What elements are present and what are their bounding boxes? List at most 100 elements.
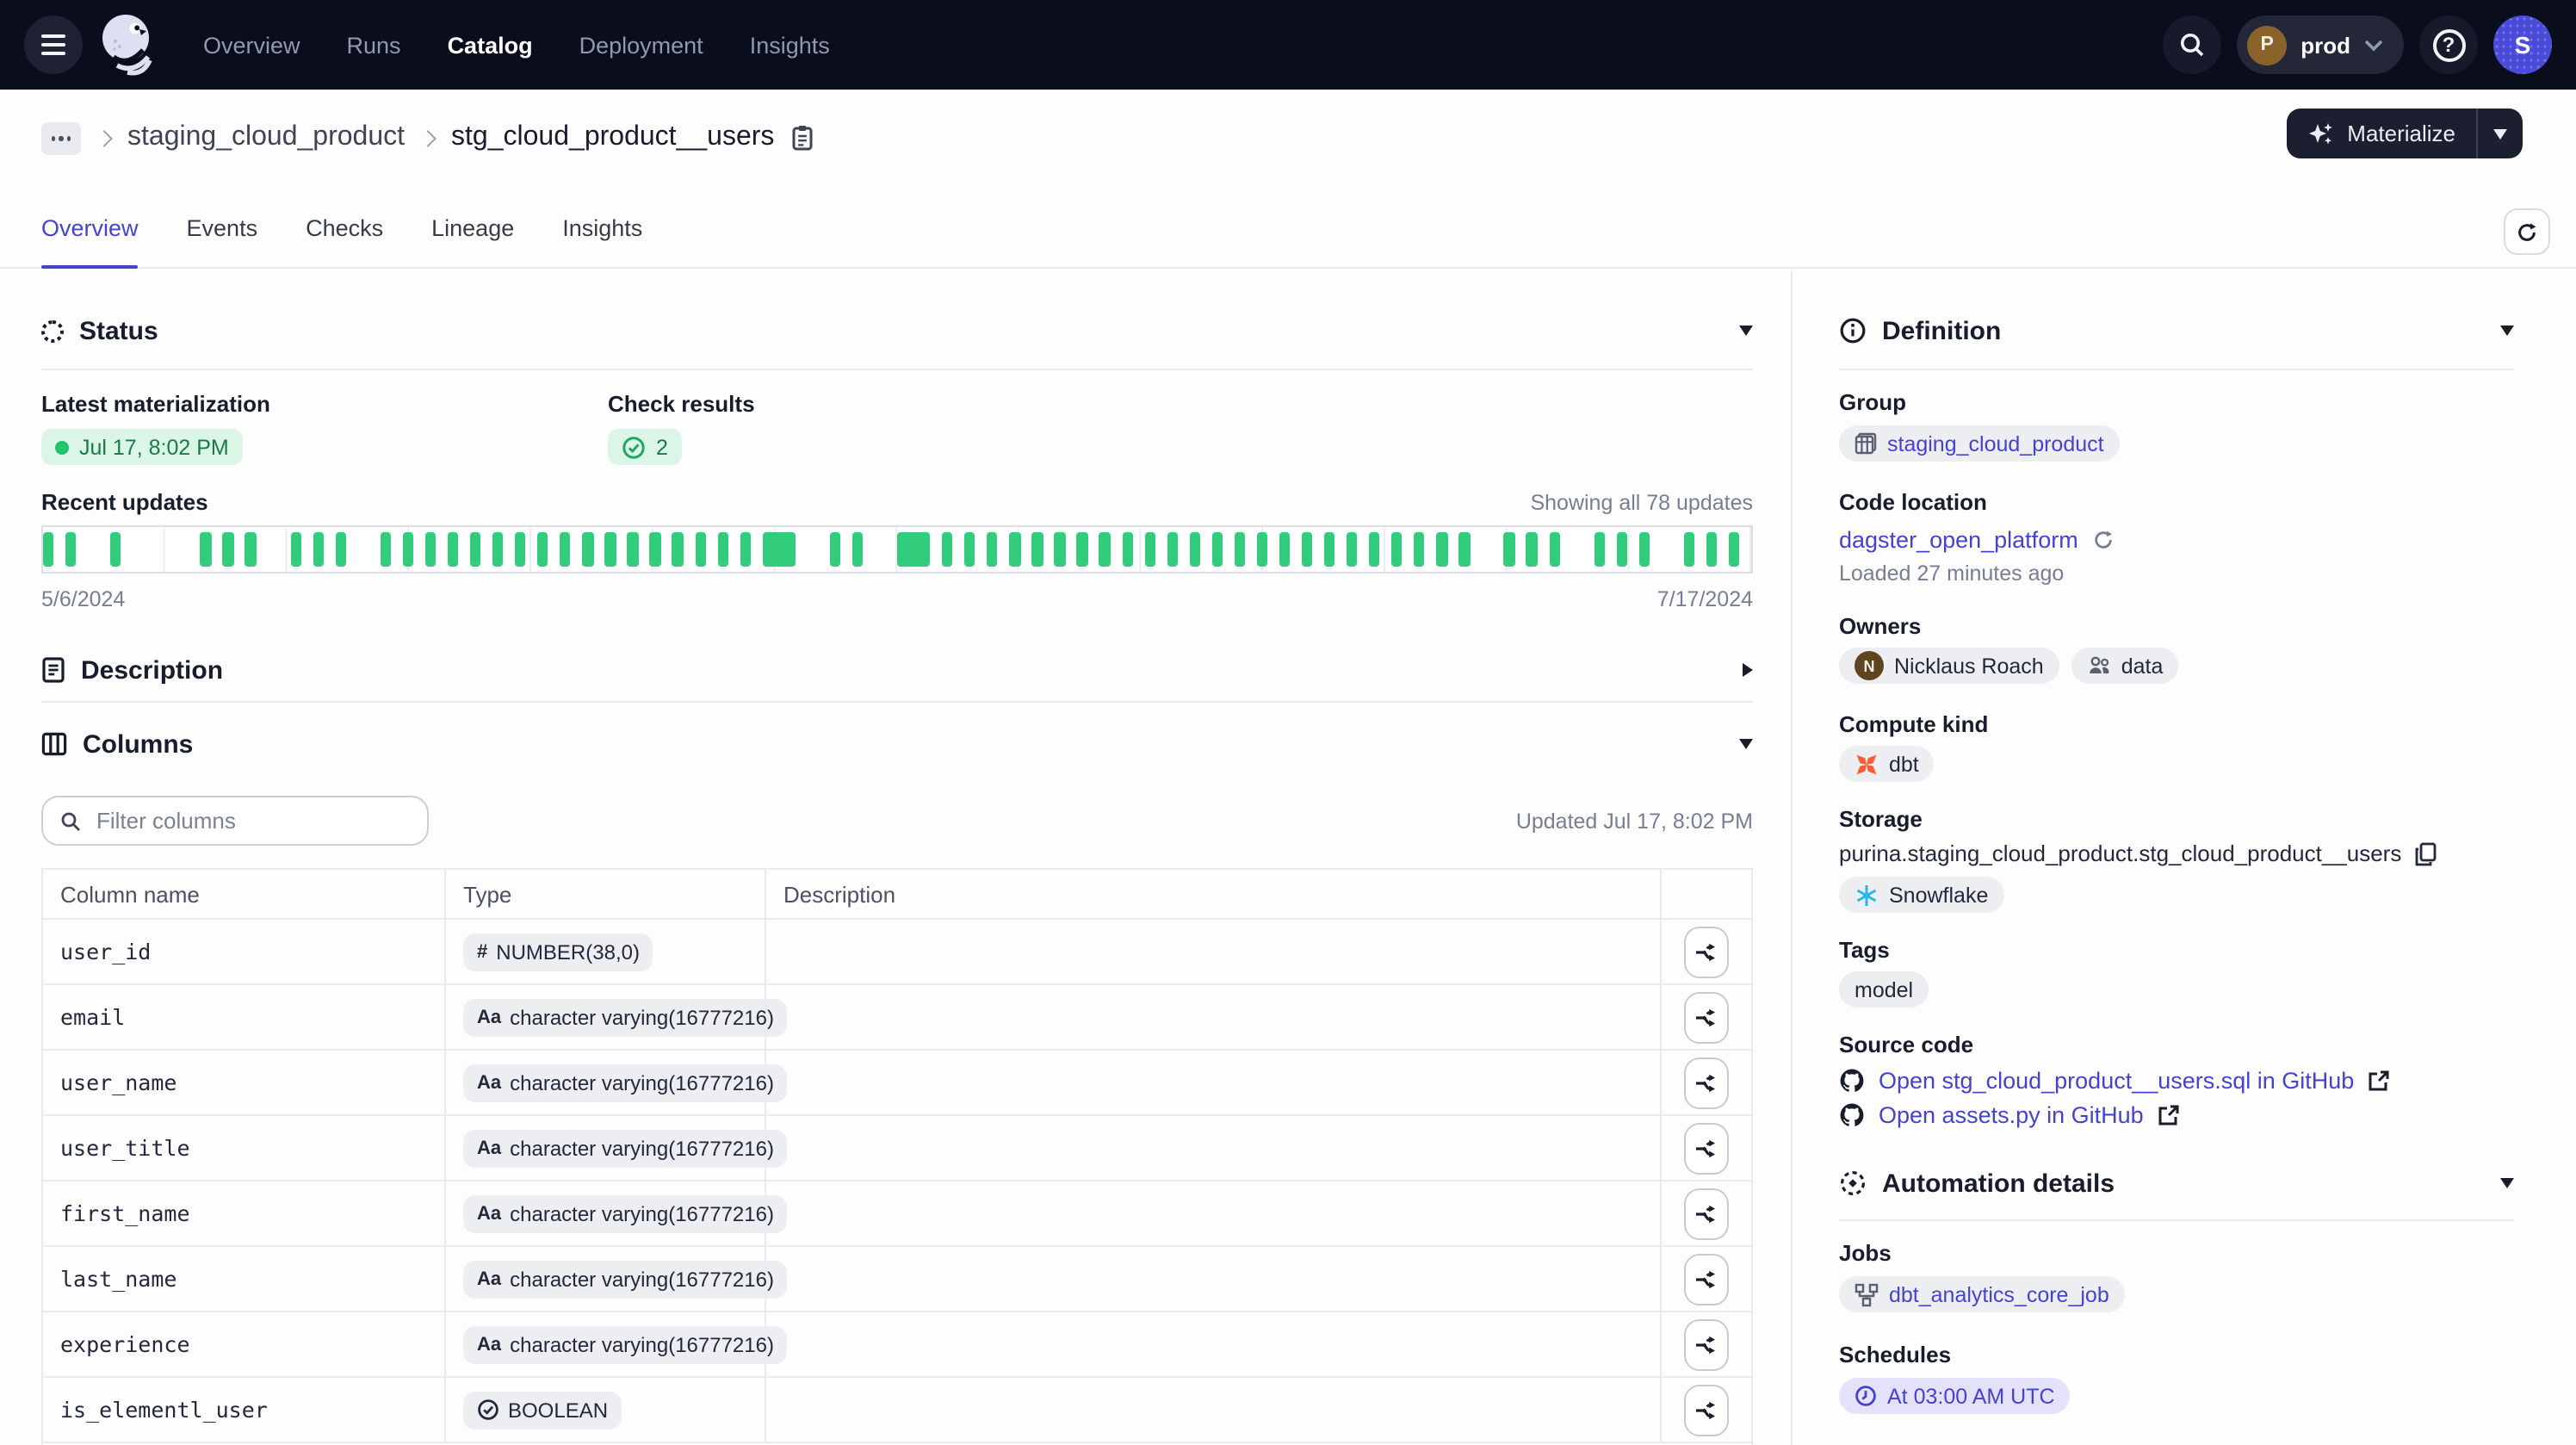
compute-kind-tag[interactable]: dbt	[1839, 746, 1935, 782]
update-tick	[403, 532, 414, 567]
column-type-cell: BOOLEAN	[446, 1378, 766, 1442]
columns-updated-text: Updated Jul 17, 8:02 PM	[1516, 809, 1753, 833]
table-row: user_id#NUMBER(38,0)	[43, 920, 1751, 985]
tab-insights[interactable]: Insights	[562, 215, 642, 267]
update-tick	[290, 532, 301, 567]
tab-lineage[interactable]: Lineage	[431, 215, 514, 267]
text-type-icon: Aa	[477, 1007, 501, 1027]
copy-icon[interactable]	[2413, 841, 2436, 865]
definition-collapse-button[interactable]	[2500, 326, 2514, 336]
column-actions-cell	[1662, 1051, 1751, 1114]
timeline-end-date: 7/17/2024	[1657, 587, 1753, 611]
breadcrumb-ellipsis-button[interactable]	[41, 121, 81, 154]
update-tick	[920, 532, 931, 567]
columns-collapse-button[interactable]	[1739, 739, 1753, 749]
update-tick	[1638, 532, 1650, 567]
search-button[interactable]	[2163, 16, 2221, 74]
update-tick	[515, 532, 526, 567]
column-actions-cell	[1662, 920, 1751, 983]
tags-label: Tags	[1839, 937, 2514, 963]
tab-overview[interactable]: Overview	[41, 215, 139, 267]
copy-asset-name-button[interactable]	[790, 124, 814, 152]
compute-kind-name: dbt	[1889, 752, 1919, 776]
deployment-switcher[interactable]: P prod	[2237, 16, 2404, 74]
owner-team-tag[interactable]: data	[2071, 648, 2179, 684]
column-name-cell: email	[43, 985, 446, 1049]
automation-collapse-button[interactable]	[2500, 1178, 2514, 1188]
column-lineage-button[interactable]	[1684, 1122, 1729, 1174]
help-button[interactable]: ?	[2419, 16, 2478, 74]
asset-name: stg_cloud_product__users	[451, 122, 774, 153]
header-actions	[1662, 870, 1751, 918]
column-actions-cell	[1662, 1378, 1751, 1442]
schedule-tag[interactable]: At 03:00 AM UTC	[1839, 1378, 2071, 1414]
column-actions-cell	[1662, 1312, 1751, 1376]
column-description-cell	[766, 1116, 1662, 1180]
column-name-cell: first_name	[43, 1181, 446, 1245]
update-tick	[830, 532, 841, 567]
column-lineage-button[interactable]	[1684, 1253, 1729, 1305]
update-tick	[605, 532, 616, 567]
filter-columns-input[interactable]	[93, 806, 410, 835]
table-row: user_nameAacharacter varying(16777216)	[43, 1051, 1751, 1116]
job-graph-icon	[1855, 1282, 1879, 1306]
type-badge: BOOLEAN	[463, 1391, 622, 1429]
user-avatar[interactable]: S	[2493, 16, 2552, 74]
status-section-header: Status	[41, 313, 1753, 348]
check-results-badge[interactable]: 2	[608, 429, 682, 465]
column-lineage-button[interactable]	[1684, 1188, 1729, 1239]
refresh-button[interactable]	[2504, 208, 2550, 255]
tab-events[interactable]: Events	[187, 215, 258, 267]
update-tick	[425, 532, 437, 567]
breadcrumb-group[interactable]: staging_cloud_product	[127, 122, 405, 153]
status-collapse-button[interactable]	[1739, 326, 1753, 336]
update-tick	[1437, 532, 1448, 567]
nav-item-catalog[interactable]: Catalog	[448, 32, 533, 58]
nav-item-insights[interactable]: Insights	[750, 32, 830, 58]
update-tick	[852, 532, 864, 567]
dagster-logo-icon[interactable]	[96, 12, 158, 78]
source-link-assets[interactable]: Open assets.py in GitHub	[1879, 1102, 2144, 1128]
columns-title: Columns	[83, 729, 193, 759]
update-tick	[1099, 532, 1111, 567]
job-tag[interactable]: dbt_analytics_core_job	[1839, 1276, 2125, 1312]
description-section-header: Description	[41, 653, 1753, 687]
materialize-split-button: Materialize	[2287, 109, 2523, 158]
column-actions-cell	[1662, 1181, 1751, 1245]
column-lineage-button[interactable]	[1684, 991, 1729, 1043]
nav-item-overview[interactable]: Overview	[203, 32, 300, 58]
update-tick	[313, 532, 324, 567]
update-tick	[583, 532, 594, 567]
latest-materialization-badge[interactable]: Jul 17, 8:02 PM	[41, 429, 243, 465]
column-lineage-button[interactable]	[1684, 1384, 1729, 1436]
schedule-text: At 03:00 AM UTC	[1887, 1384, 2055, 1408]
update-tick	[1616, 532, 1627, 567]
lineage-icon	[1694, 1070, 1718, 1095]
description-expand-button[interactable]	[1743, 663, 1753, 677]
column-lineage-button[interactable]	[1684, 1318, 1729, 1370]
update-tick	[1302, 532, 1313, 567]
reload-icon[interactable]	[2092, 529, 2115, 551]
hamburger-menu-button[interactable]	[24, 16, 83, 74]
header-type: Type	[446, 870, 766, 918]
updates-timeline[interactable]	[41, 525, 1753, 574]
materialize-options-button[interactable]	[2478, 109, 2523, 158]
panel-divider	[1791, 270, 1793, 1445]
owner-user-tag[interactable]: N Nicklaus Roach	[1839, 648, 2059, 684]
materialize-button[interactable]: Materialize	[2287, 109, 2476, 158]
column-lineage-button[interactable]	[1684, 1057, 1729, 1108]
tab-checks[interactable]: Checks	[306, 215, 383, 267]
source-link-sql[interactable]: Open stg_cloud_product__users.sql in Git…	[1879, 1068, 2354, 1094]
group-tag[interactable]: staging_cloud_product	[1839, 425, 2120, 462]
column-lineage-button[interactable]	[1684, 926, 1729, 977]
tag-model[interactable]: model	[1839, 971, 1929, 1008]
storage-kind-tag[interactable]: Snowflake	[1839, 877, 2003, 913]
description-icon	[41, 656, 65, 684]
definition-title: Definition	[1882, 316, 2001, 345]
nav-item-runs[interactable]: Runs	[347, 32, 401, 58]
nav-item-deployment[interactable]: Deployment	[579, 32, 703, 58]
code-location-link[interactable]: dagster_open_platform	[1839, 527, 2078, 553]
column-description-cell	[766, 1378, 1662, 1442]
update-tick	[695, 532, 706, 567]
update-tick	[1684, 532, 1695, 567]
